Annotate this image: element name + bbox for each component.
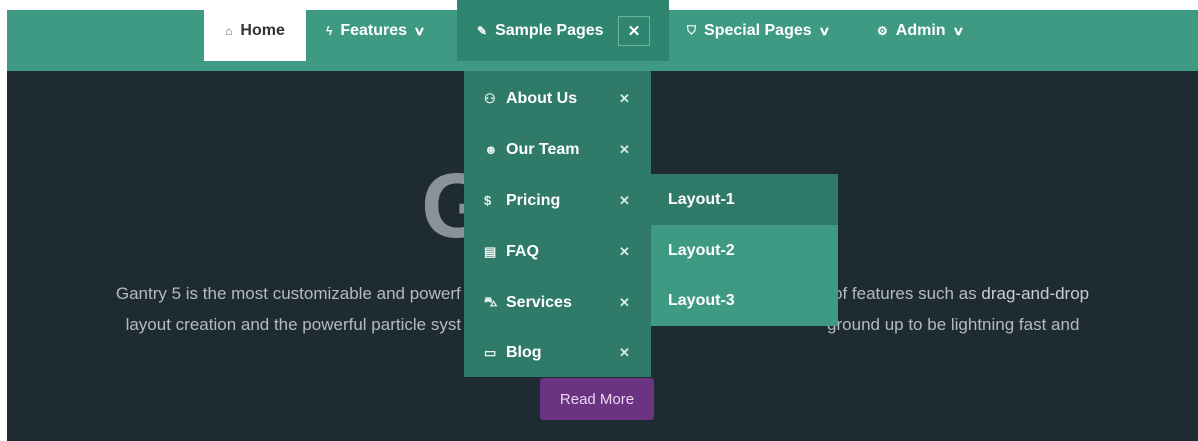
nav-admin[interactable]: ⚙ Admin ∨ xyxy=(857,0,1007,61)
submenu-item-layout-2[interactable]: Layout-2 xyxy=(651,225,838,276)
chevron-down-icon: ∨ xyxy=(951,23,965,38)
close-icon[interactable]: ✕ xyxy=(619,345,630,361)
dropdown-item-services[interactable]: ⛍ Services ✕ xyxy=(464,277,651,328)
cogs-icon: ⚙ xyxy=(877,23,888,38)
submenu-item-layout-3[interactable]: Layout-3 xyxy=(651,275,838,326)
close-icon[interactable]: ✕ xyxy=(619,244,630,260)
submenu-item-layout-1[interactable]: Layout-1 xyxy=(651,174,838,225)
users-circle-icon: ⚇ xyxy=(484,90,496,106)
calendar-icon: ▭ xyxy=(484,344,497,360)
nav-home[interactable]: ⌂ Home xyxy=(204,0,306,61)
nav-features[interactable]: ϟ Features ∨ xyxy=(306,0,457,61)
close-icon[interactable]: ✕ xyxy=(619,193,630,209)
close-icon[interactable]: ✕ xyxy=(619,91,630,107)
dropdown-item-faq[interactable]: ▤ FAQ ✕ xyxy=(464,226,651,277)
dollar-icon: $ xyxy=(484,193,492,208)
team-icon: ☻ xyxy=(484,142,498,157)
read-more-button[interactable]: Read More xyxy=(540,378,654,420)
home-icon: ⌂ xyxy=(225,23,233,38)
shield-icon: ⛉ xyxy=(687,23,697,37)
car-icon: ⛍ xyxy=(484,293,498,309)
close-dropdown-button[interactable]: ✕ xyxy=(618,16,650,46)
dropdown-item-about-us[interactable]: ⚇ About Us ✕ xyxy=(464,73,651,124)
close-icon[interactable]: ✕ xyxy=(619,295,630,311)
pricing-submenu: Layout-1 Layout-2 Layout-3 xyxy=(651,174,838,326)
bolt-icon: ϟ xyxy=(326,23,333,38)
nav-special-pages[interactable]: ⛉ Special Pages ∨ xyxy=(669,0,857,61)
pencil-icon: ✎ xyxy=(477,23,488,38)
sample-pages-dropdown: ⚇ About Us ✕ ☻ Our Team ✕ $ Pricing ✕ ▤ … xyxy=(464,71,651,377)
book-icon: ▤ xyxy=(484,243,497,259)
close-icon[interactable]: ✕ xyxy=(619,142,630,158)
dropdown-item-our-team[interactable]: ☻ Our Team ✕ xyxy=(464,124,651,175)
chevron-down-icon: ∨ xyxy=(413,23,426,38)
chevron-down-icon: ∨ xyxy=(817,23,831,38)
dropdown-item-pricing[interactable]: $ Pricing ✕ xyxy=(464,175,651,226)
dropdown-item-blog[interactable]: ▭ Blog ✕ xyxy=(464,327,651,378)
